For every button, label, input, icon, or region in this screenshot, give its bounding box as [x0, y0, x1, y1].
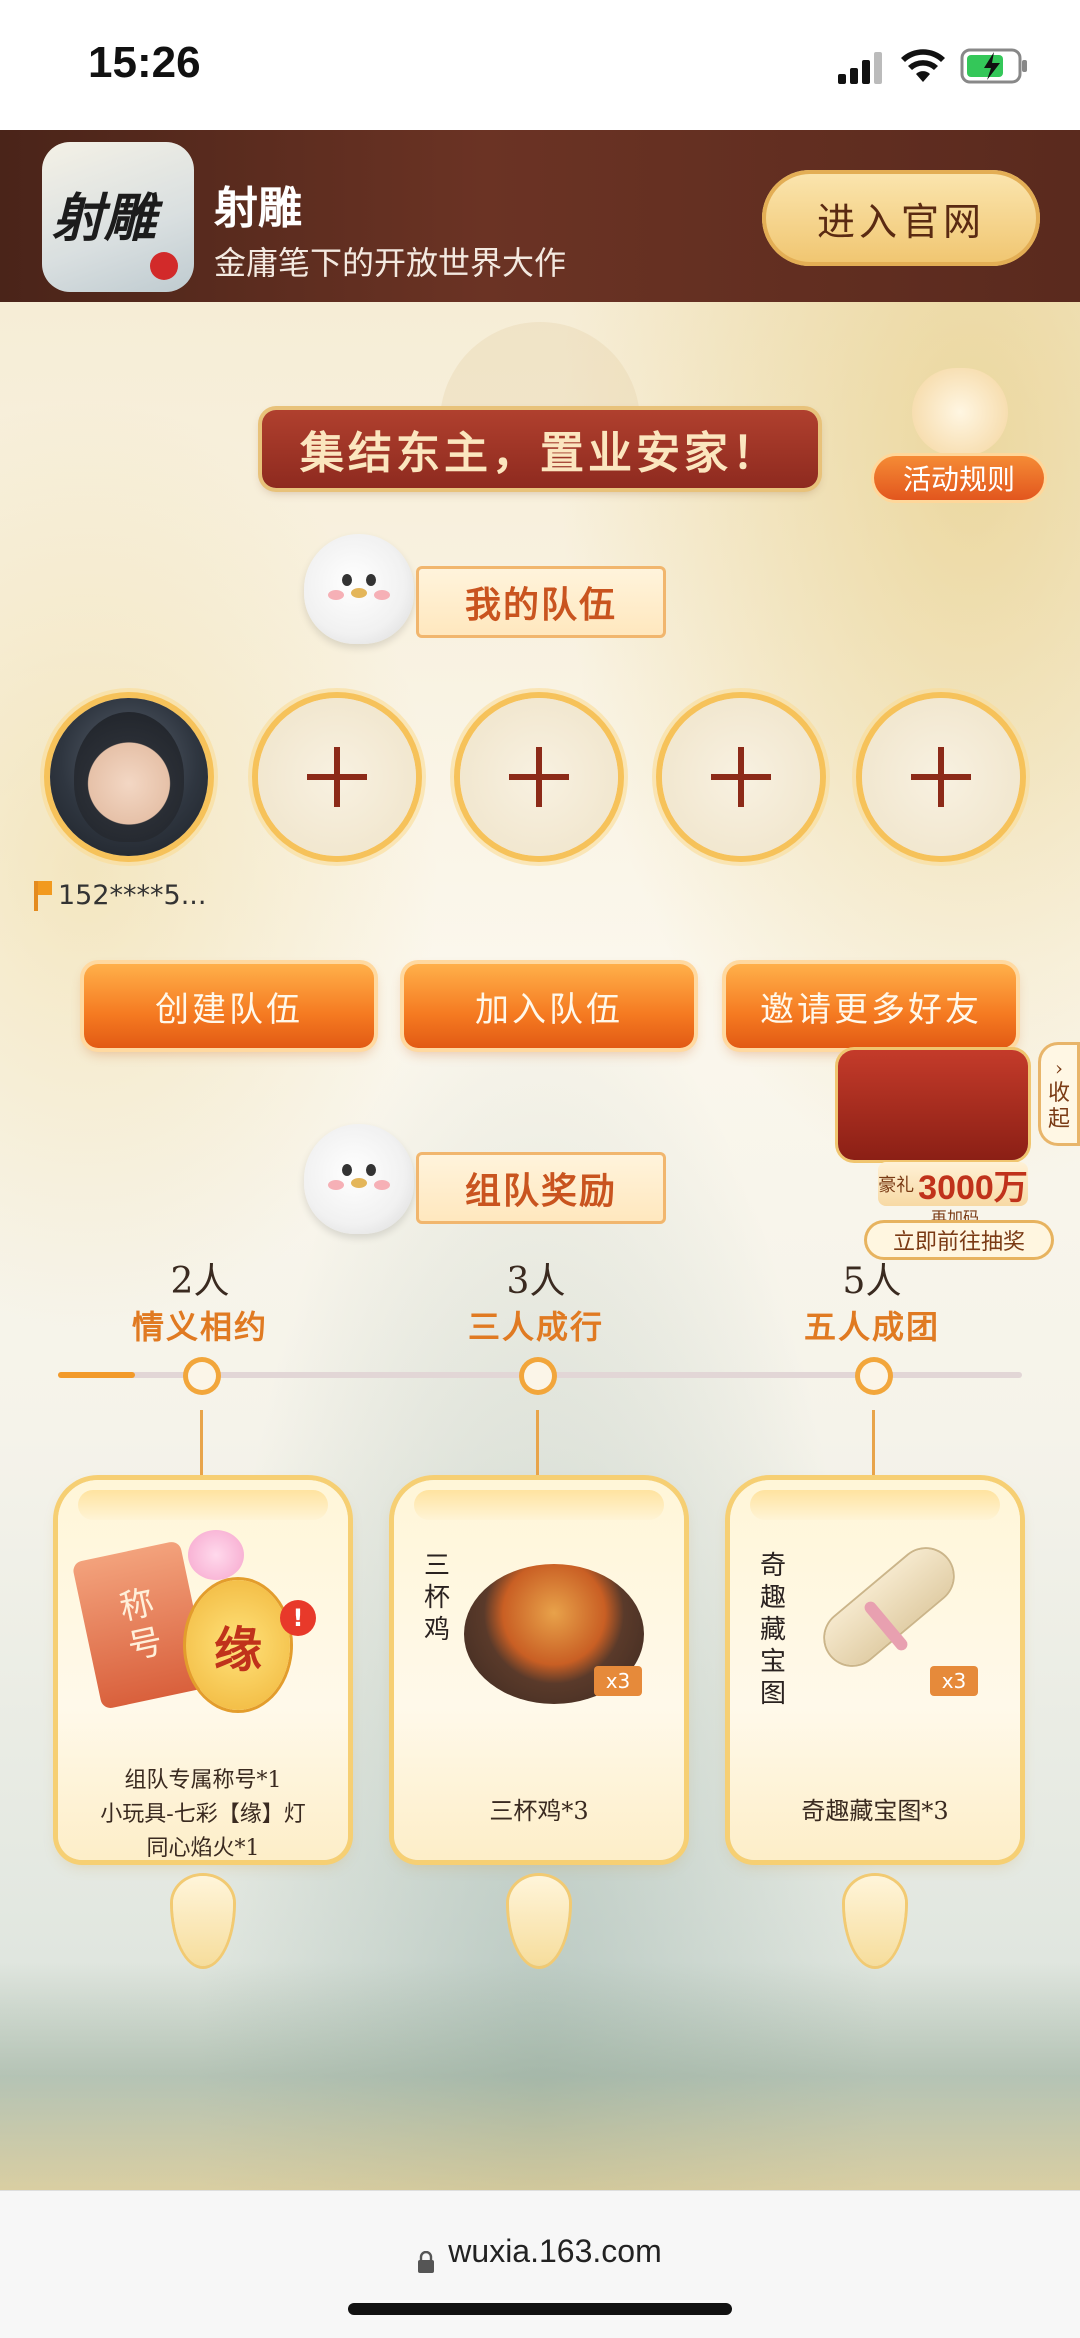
lock-icon [418, 2244, 435, 2273]
mascot-bird-icon [304, 534, 414, 644]
tier-name: 三人成行 [467, 1308, 604, 1346]
leader-id: 152****5... [58, 880, 207, 911]
invite-friends-button[interactable]: 邀请更多好友 [726, 964, 1016, 1048]
signal-icon [838, 52, 884, 84]
official-site-button[interactable]: 进入官网 [762, 170, 1040, 266]
qty-badge: x3 [930, 1666, 978, 1696]
netease-logo-icon [150, 252, 178, 280]
home-indicator[interactable] [348, 2303, 732, 2315]
reward-line: 奇趣藏宝图*3 [801, 1797, 949, 1825]
reward-item-label: 奇趣藏宝图 [760, 1551, 787, 1709]
plus-icon [307, 747, 367, 807]
card-frame-top [750, 1490, 1000, 1520]
lantern-text: 缘 [213, 1622, 262, 1678]
leader-tag: 152****5... [34, 880, 206, 911]
reward-line: 组队专属称号*1 [124, 1768, 282, 1793]
card-frame-top [78, 1490, 328, 1520]
reward-item-label: 三杯鸡 [424, 1551, 451, 1645]
treasure-chest-icon[interactable] [838, 1050, 1028, 1160]
tier-count: 5人 [842, 1261, 902, 1302]
rules-button[interactable]: 活动规则 [874, 456, 1044, 500]
card-pendant-icon [173, 1876, 233, 1966]
progress-node [524, 1362, 552, 1390]
treasure-map-scroll-icon [814, 1538, 964, 1676]
browser-url-bar: wuxia.163.com [0, 2190, 1080, 2338]
tier-name: 五人成团 [803, 1308, 940, 1346]
create-team-button[interactable]: 创建队伍 [84, 964, 374, 1048]
collapse-label: 收起 [1047, 1081, 1070, 1132]
event-title: 集结东主，置业安家！ [262, 410, 818, 488]
grass-decoration [0, 1962, 1080, 2190]
lantern-icon: 缘 [186, 1580, 290, 1710]
team-slot-empty[interactable] [862, 698, 1020, 856]
flag-icon [34, 880, 52, 911]
battery-icon [960, 48, 1030, 84]
reward-line: 小玩具-七彩【缘】灯 [100, 1802, 306, 1827]
app-download-banner: 射雕 射雕 金庸笔下的开放世界大作 进入官网 [0, 130, 1080, 302]
gift-amount: 豪礼 3000万 [878, 1162, 1028, 1207]
team-rewards-heading: 组队奖励 [416, 1152, 666, 1224]
team-slot-empty[interactable] [662, 698, 820, 856]
reward-line: 同心焰火*1 [146, 1836, 260, 1860]
progress-fill [58, 1372, 136, 1378]
gift-prefix: 豪礼 [878, 1175, 915, 1196]
card-connector [872, 1410, 875, 1490]
qty-badge: x3 [594, 1666, 642, 1696]
event-page: 集结东主，置业安家！ 活动规则 我的队伍 152****5... 创建队伍 加入… [0, 302, 1080, 2190]
url-text: wuxia.163.com [448, 2233, 662, 2269]
card-connector [200, 1410, 203, 1490]
tier-count: 2人 [170, 1261, 230, 1302]
reward-description: 奇趣藏宝图*3 [730, 1794, 1020, 1828]
reward-card-2p[interactable]: 称号 缘 ! 组队专属称号*1 小玩具-七彩【缘】灯 同心焰火*1 [58, 1480, 348, 1860]
app-tagline: 金庸笔下的开放世界大作 [214, 244, 567, 282]
progress-node [188, 1362, 216, 1390]
my-team-heading: 我的队伍 [416, 566, 666, 638]
plus-icon [509, 747, 569, 807]
gift-amount-value: 3000万 [918, 1168, 1028, 1207]
reward-line: 三杯鸡*3 [489, 1797, 589, 1825]
reward-card-3p[interactable]: 三杯鸡 x3 三杯鸡*3 [394, 1480, 684, 1860]
card-connector [536, 1410, 539, 1490]
status-bar: 15:26 [0, 0, 1080, 130]
join-team-button[interactable]: 加入队伍 [404, 964, 694, 1048]
progress-node [860, 1362, 888, 1390]
title-tag-text: 称号 [116, 1582, 166, 1668]
heart-icon [188, 1530, 244, 1580]
status-time: 15:26 [88, 38, 201, 87]
team-slot-leader[interactable] [50, 698, 208, 856]
chevron-right-icon: › [1055, 1056, 1063, 1080]
team-slot-empty[interactable] [460, 698, 618, 856]
url-display[interactable]: wuxia.163.com [0, 2233, 1080, 2273]
wifi-icon [900, 48, 946, 84]
tier-count: 3人 [506, 1261, 566, 1302]
plus-icon [911, 747, 971, 807]
alert-text: ! [292, 1604, 304, 1632]
reward-card-5p[interactable]: 奇趣藏宝图 x3 奇趣藏宝图*3 [730, 1480, 1020, 1860]
app-icon-text: 射雕 [52, 188, 157, 249]
app-icon[interactable]: 射雕 [42, 142, 194, 292]
avatar [74, 712, 184, 842]
collapse-panel-button[interactable]: › 收起 [1038, 1042, 1080, 1146]
reward-description: 组队专属称号*1 小玩具-七彩【缘】灯 同心焰火*1 [58, 1764, 348, 1860]
card-pendant-icon [845, 1876, 905, 1966]
card-frame-top [414, 1490, 664, 1520]
alert-icon: ! [280, 1600, 316, 1636]
card-pendant-icon [509, 1876, 569, 1966]
app-name: 射雕 [214, 183, 302, 234]
reward-description: 三杯鸡*3 [394, 1794, 684, 1828]
plus-icon [711, 747, 771, 807]
tier-name: 情义相约 [131, 1308, 268, 1346]
scroll-icon[interactable] [912, 368, 1008, 456]
mascot-bird-icon [304, 1124, 414, 1234]
team-slot-empty[interactable] [258, 698, 416, 856]
